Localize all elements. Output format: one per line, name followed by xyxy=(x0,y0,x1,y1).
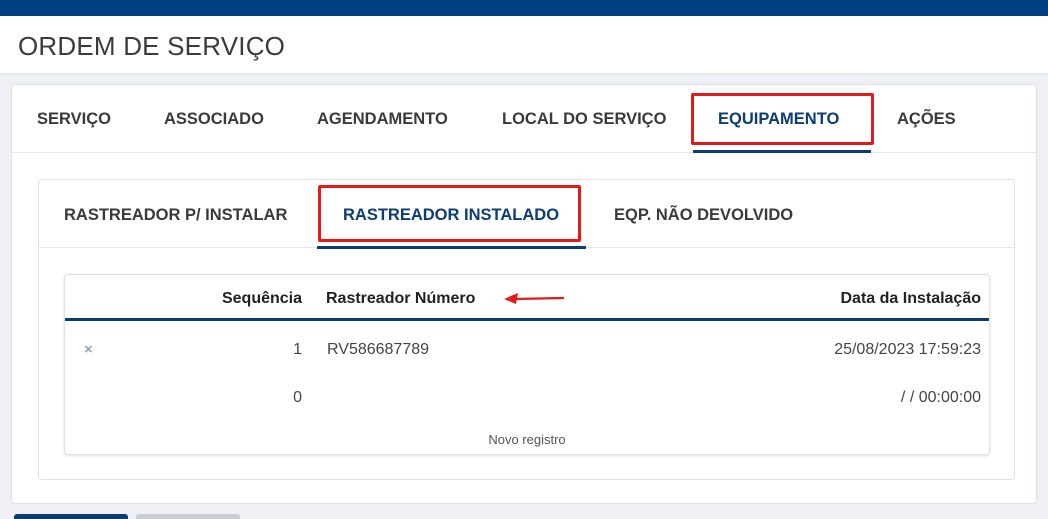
subtab-rastreador-p-instalar[interactable]: RASTREADOR P/ INSTALAR xyxy=(64,180,287,248)
tab-local-do-servico[interactable]: LOCAL DO SERVIÇO xyxy=(502,85,666,153)
active-tab-indicator xyxy=(693,150,871,153)
bottom-button-secondary[interactable] xyxy=(136,514,240,519)
column-header-rastreador-numero[interactable]: Rastreador Número xyxy=(326,275,475,321)
highlight-box-equipamento xyxy=(691,93,874,145)
delete-row-icon[interactable]: × xyxy=(84,341,93,358)
column-header-sequencia[interactable]: Sequência xyxy=(222,275,302,321)
annotation-arrow-icon xyxy=(504,293,565,304)
active-subtab-indicator xyxy=(317,246,586,249)
page-header: ORDEM DE SERVIÇO xyxy=(0,16,1048,74)
tab-acoes[interactable]: AÇÕES xyxy=(897,85,956,153)
cell-rastreador-numero: RV586687789 xyxy=(327,341,430,358)
cell-sequencia: 1 xyxy=(293,341,302,358)
top-bar xyxy=(0,0,1048,16)
main-tabs: SERVIÇO ASSOCIADO AGENDAMENTO LOCAL DO S… xyxy=(12,85,1036,153)
sub-tabs: RASTREADOR P/ INSTALAR RASTREADOR INSTAL… xyxy=(39,180,1014,249)
tab-agendamento[interactable]: AGENDAMENTO xyxy=(317,85,448,153)
tab-associado[interactable]: ASSOCIADO xyxy=(164,85,264,153)
page-title: ORDEM DE SERVIÇO xyxy=(18,31,286,61)
equipment-panel: RASTREADOR P/ INSTALAR RASTREADOR INSTAL… xyxy=(38,179,1015,480)
cell-sequencia-new[interactable]: 0 xyxy=(293,389,302,407)
highlight-box-rastreador-instalado xyxy=(318,185,581,242)
tab-servico[interactable]: SERVIÇO xyxy=(37,85,111,153)
column-header-data-instalacao[interactable]: Data da Instalação xyxy=(841,275,982,321)
cell-data-instalacao: 25/08/2023 17:59:23 xyxy=(834,341,981,358)
bottom-button-primary[interactable] xyxy=(14,514,128,519)
subtab-eqp-nao-devolvido[interactable]: EQP. NÃO DEVOLVIDO xyxy=(614,180,793,248)
cell-data-instalacao-new[interactable]: / / 00:00:00 xyxy=(896,389,981,407)
new-record-link[interactable]: Novo registro xyxy=(65,432,989,447)
